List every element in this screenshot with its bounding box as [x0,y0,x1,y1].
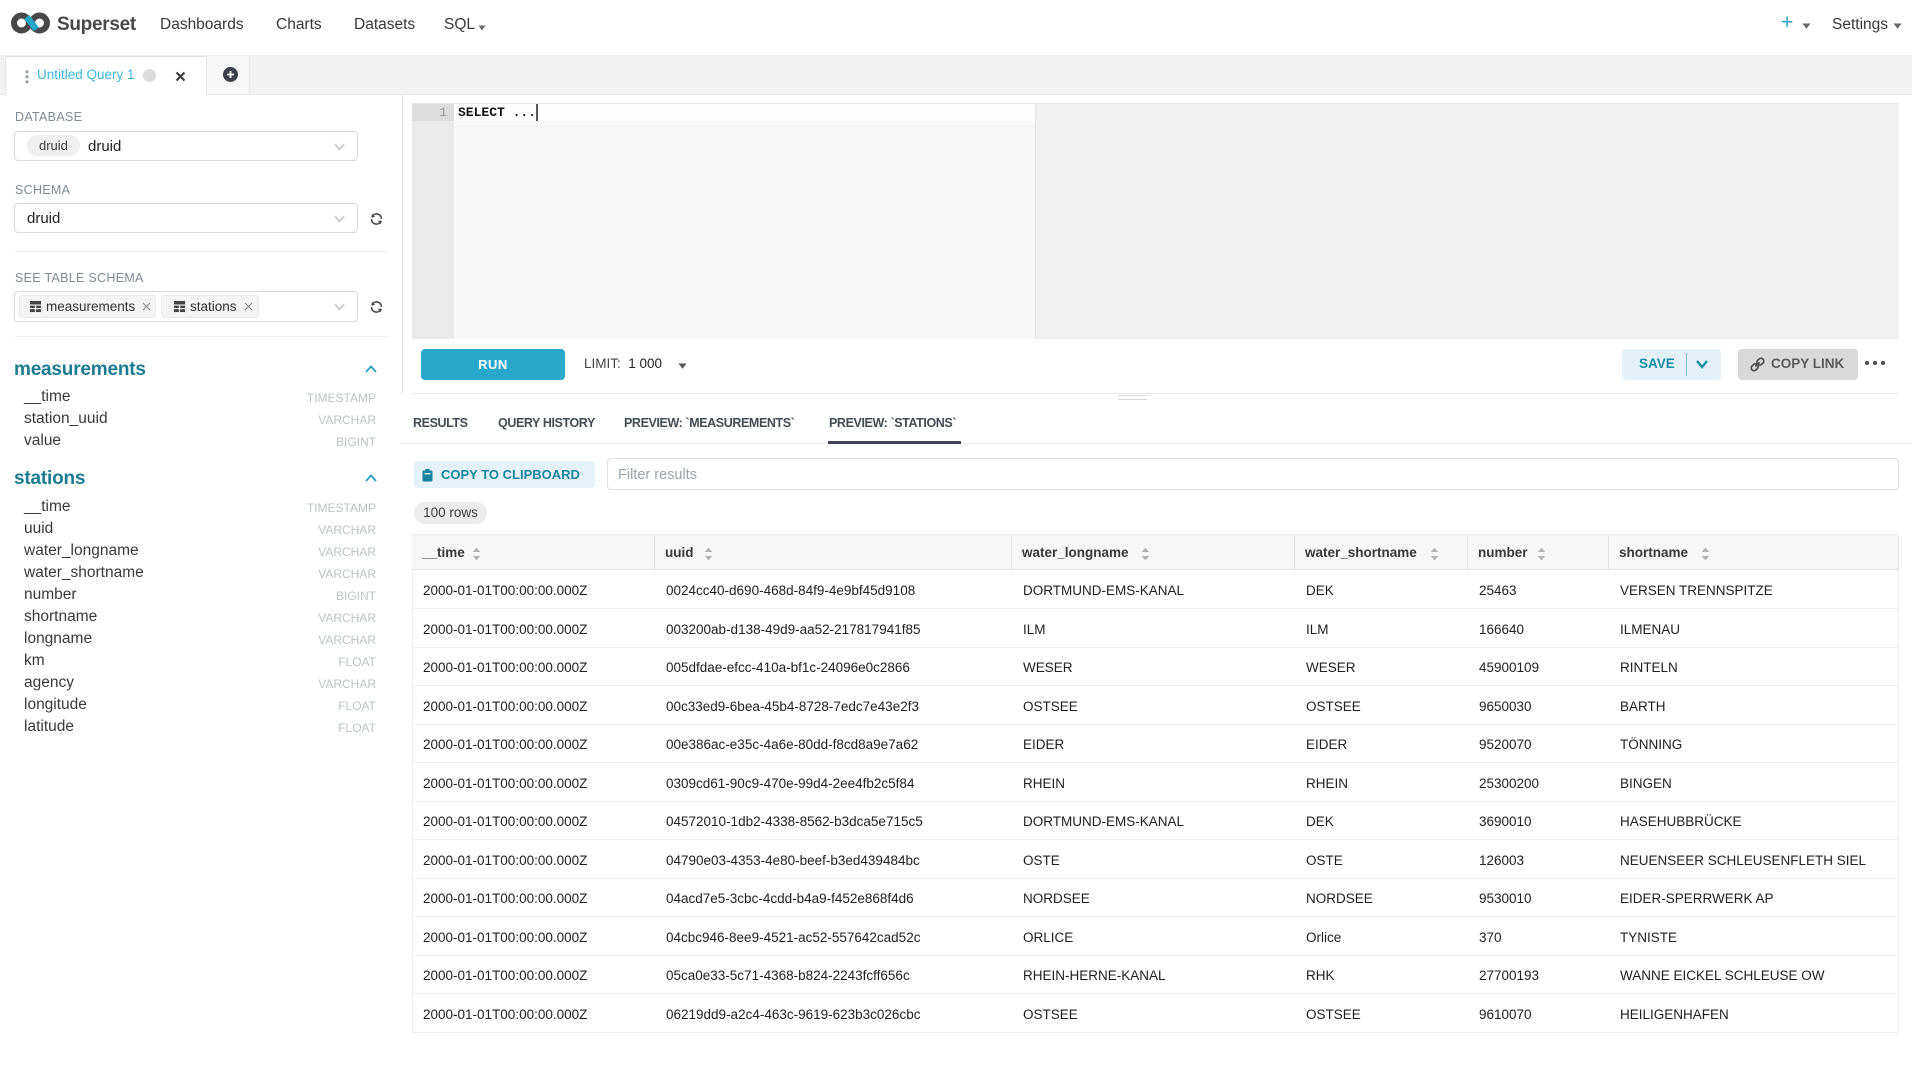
svg-text:Superset: Superset [57,14,137,34]
